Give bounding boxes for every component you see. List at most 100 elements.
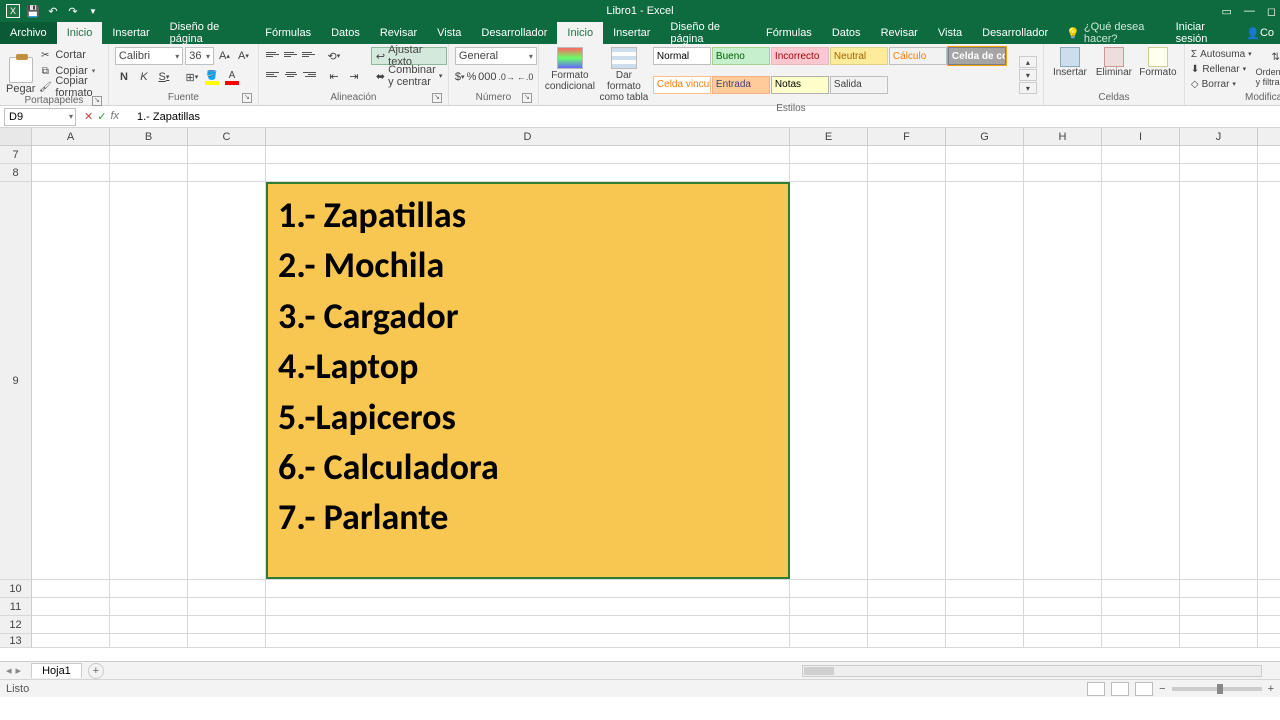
qat-customize-icon[interactable]: ▼ (86, 4, 100, 18)
cell[interactable] (32, 164, 110, 181)
row-header[interactable]: 9 (0, 182, 32, 579)
dialog-launcher-icon[interactable]: ↘ (522, 93, 532, 103)
decrease-indent-icon[interactable]: ⇤ (325, 67, 343, 85)
cell[interactable] (1024, 616, 1102, 633)
tab-vista[interactable]: Vista (427, 22, 471, 44)
worksheet-grid[interactable]: ABCDEFGHIJ 7891.- Zapatillas 2.- Mochila… (0, 128, 1280, 661)
style-cell[interactable]: Cálculo (889, 47, 947, 65)
select-all-corner[interactable] (0, 128, 32, 145)
format-painter-button[interactable]: 🖌Copiar formato (39, 80, 102, 95)
tab-revisar[interactable]: Revisar (871, 22, 928, 44)
zoom-in-icon[interactable]: + (1268, 683, 1274, 695)
row-header[interactable]: 12 (0, 616, 32, 633)
cell[interactable] (32, 598, 110, 615)
cell[interactable] (946, 182, 1024, 579)
zoom-slider[interactable] (1172, 687, 1262, 691)
font-size-combo[interactable]: 36▾ (185, 47, 214, 65)
undo-icon[interactable]: ↶ (46, 4, 60, 18)
italic-button[interactable]: K (135, 68, 153, 86)
style-cell[interactable]: Neutral (830, 47, 888, 65)
accounting-format-icon[interactable]: $▾ (455, 68, 465, 86)
cell[interactable] (790, 146, 868, 163)
cell[interactable] (1102, 616, 1180, 633)
cell[interactable] (188, 634, 266, 647)
cell[interactable] (1102, 146, 1180, 163)
tab-datos[interactable]: Datos (321, 22, 370, 44)
column-header[interactable]: C (188, 128, 266, 145)
conditional-formatting-button[interactable]: Formato condicional (545, 47, 595, 103)
share-button[interactable]: 👤 Co (1240, 22, 1280, 44)
orientation-icon[interactable]: ⟲▾ (325, 47, 343, 65)
tab-revisar[interactable]: Revisar (370, 22, 427, 44)
align-middle-icon[interactable] (283, 47, 299, 61)
align-bottom-icon[interactable] (301, 47, 317, 61)
cell[interactable] (1102, 634, 1180, 647)
cancel-formula-icon[interactable]: ✕ (84, 110, 93, 123)
page-break-view-icon[interactable] (1135, 682, 1153, 696)
cell[interactable] (868, 598, 946, 615)
cell[interactable] (32, 146, 110, 163)
active-cell[interactable]: 1.- Zapatillas 2.- Mochila 3.- Cargador … (266, 182, 790, 579)
cell[interactable] (1024, 182, 1102, 579)
cell[interactable] (188, 164, 266, 181)
cell[interactable] (188, 146, 266, 163)
column-header[interactable]: G (946, 128, 1024, 145)
column-header[interactable]: F (868, 128, 946, 145)
font-name-combo[interactable]: Calibri▾ (115, 47, 183, 65)
horizontal-scrollbar[interactable] (802, 665, 1262, 677)
gallery-down-icon[interactable]: ▾ (1019, 69, 1037, 81)
increase-indent-icon[interactable]: ⇥ (345, 67, 363, 85)
tab-insertar[interactable]: Insertar (102, 22, 159, 44)
tab-vista[interactable]: Vista (928, 22, 972, 44)
redo-icon[interactable]: ↷ (66, 4, 80, 18)
tab-diseño-de-página[interactable]: Diseño de página (660, 22, 756, 44)
bold-button[interactable]: N (115, 68, 133, 86)
cell[interactable] (946, 580, 1024, 597)
cell[interactable] (110, 164, 188, 181)
cell[interactable] (946, 598, 1024, 615)
merge-center-button[interactable]: ⬌Combinar y centrar▾ (371, 67, 447, 85)
cell[interactable] (868, 580, 946, 597)
decrease-decimal-icon[interactable]: ←.0 (517, 68, 534, 86)
tab-datos[interactable]: Datos (822, 22, 871, 44)
cell[interactable] (1024, 580, 1102, 597)
style-cell[interactable]: Celda vincul... (653, 76, 711, 94)
row-header[interactable]: 13 (0, 634, 32, 647)
cell[interactable] (110, 146, 188, 163)
cell[interactable] (790, 164, 868, 181)
column-header[interactable]: I (1102, 128, 1180, 145)
align-center-icon[interactable] (283, 67, 299, 81)
clear-button[interactable]: ◇Borrar▾ (1191, 77, 1252, 91)
minimize-icon[interactable]: — (1244, 5, 1255, 17)
cell[interactable] (946, 616, 1024, 633)
cell[interactable] (868, 182, 946, 579)
cell[interactable] (1180, 598, 1258, 615)
cell[interactable] (188, 616, 266, 633)
align-top-icon[interactable] (265, 47, 281, 61)
column-header[interactable]: D (266, 128, 790, 145)
cell[interactable] (32, 634, 110, 647)
cell[interactable] (1024, 634, 1102, 647)
cell[interactable] (110, 634, 188, 647)
tab-desarrollador[interactable]: Desarrollador (471, 22, 557, 44)
wrap-text-button[interactable]: ↩Ajustar texto (371, 47, 447, 65)
sign-in[interactable]: Iniciar sesión (1168, 22, 1241, 44)
cell[interactable] (266, 634, 790, 647)
autosum-button[interactable]: ΣAutosuma▾ (1191, 47, 1252, 61)
row-header[interactable]: 11 (0, 598, 32, 615)
cell[interactable] (1180, 164, 1258, 181)
ribbon-options-icon[interactable]: ▭ (1221, 5, 1231, 18)
zoom-out-icon[interactable]: − (1159, 683, 1165, 695)
cell[interactable] (266, 616, 790, 633)
delete-cells-button[interactable]: Eliminar (1094, 47, 1134, 92)
increase-font-icon[interactable]: A▴ (216, 47, 233, 65)
percent-format-icon[interactable]: % (467, 68, 477, 86)
paste-button[interactable]: Pegar (6, 47, 35, 95)
cell[interactable] (868, 164, 946, 181)
sort-filter-button[interactable]: ⇅Ordenar y filtrar (1256, 47, 1280, 92)
cell[interactable] (1102, 580, 1180, 597)
align-left-icon[interactable] (265, 67, 281, 81)
cell[interactable] (32, 616, 110, 633)
cell-styles-gallery[interactable]: NormalBuenoIncorrectoNeutralCálculoCelda… (653, 47, 1013, 103)
style-cell[interactable]: Normal (653, 47, 711, 65)
